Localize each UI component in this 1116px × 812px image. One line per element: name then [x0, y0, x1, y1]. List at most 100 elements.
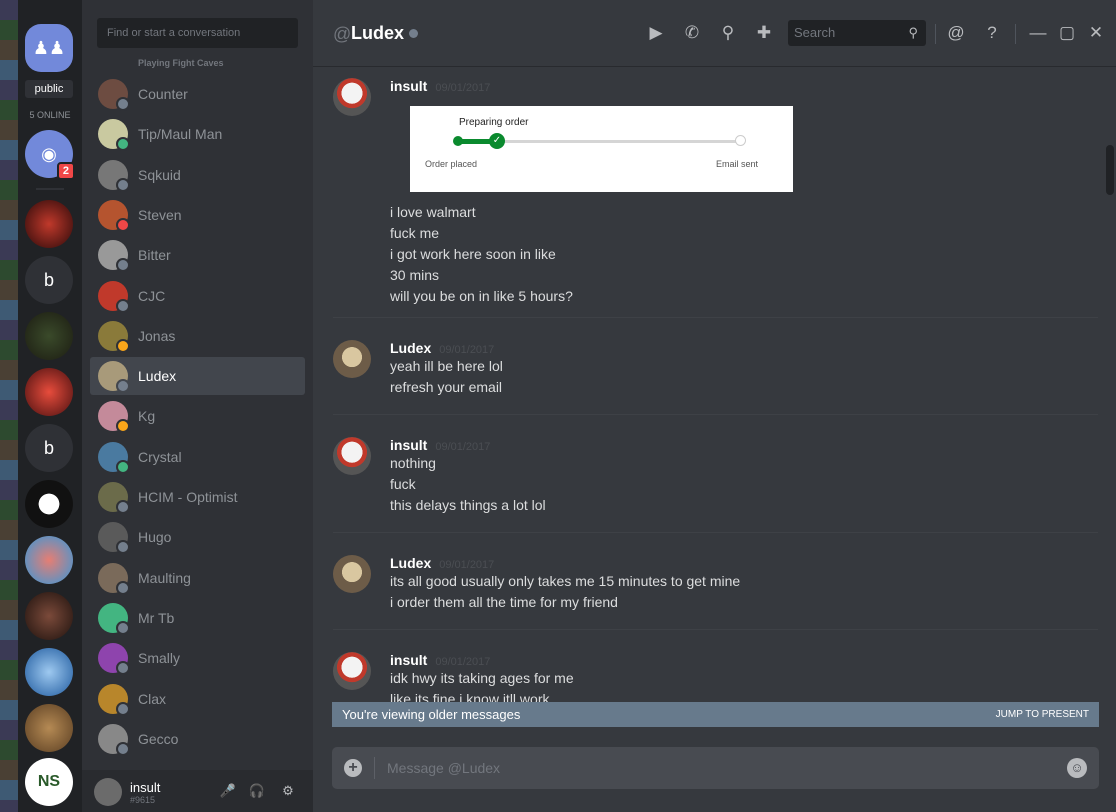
- author-avatar[interactable]: [333, 78, 371, 116]
- add-friend-icon[interactable]: ✚: [753, 22, 775, 44]
- scrollbar-thumb[interactable]: [1106, 145, 1114, 195]
- dm-item-counter[interactable]: Counter: [90, 75, 305, 113]
- message-divider: [333, 414, 1098, 415]
- dm-item-label: Steven: [138, 206, 182, 223]
- status-indicator: [116, 177, 130, 192]
- user-avatar[interactable]: [94, 778, 122, 806]
- dm-avatar: [98, 683, 130, 716]
- author-avatar[interactable]: [333, 555, 371, 593]
- dm-item-hcim-optimist[interactable]: HCIM - Optimist: [90, 478, 305, 516]
- timestamp: 09/01/2017: [439, 559, 495, 571]
- emoji-icon[interactable]: ☺: [1067, 758, 1087, 778]
- status-indicator: [116, 137, 130, 152]
- dm-item-label: Counter: [138, 86, 188, 102]
- dm-item-label: Bitter: [138, 247, 171, 264]
- server-icon-2[interactable]: [25, 312, 73, 360]
- minimize-icon[interactable]: —: [1027, 22, 1049, 44]
- discord-server-button[interactable]: ◉ 2: [25, 130, 75, 180]
- author-name[interactable]: insult 09/01/2017: [390, 652, 490, 668]
- dm-item-hugo[interactable]: Hugo: [90, 518, 305, 556]
- message-composer: + Message @Ludex ☺: [332, 747, 1099, 789]
- author-avatar[interactable]: [333, 437, 371, 475]
- mute-mic-icon[interactable]: 🎤: [219, 782, 237, 800]
- dm-avatar: [98, 723, 130, 756]
- voice-call-icon[interactable]: ✆: [681, 22, 703, 44]
- message-group: Ludex 09/01/2017 yeah ill be here lol ref…: [333, 334, 1098, 404]
- server-icon-8[interactable]: [25, 704, 73, 752]
- dm-avatar: [98, 361, 130, 394]
- pin-icon[interactable]: ⚲: [717, 22, 739, 44]
- server-icon-6[interactable]: [25, 592, 73, 640]
- dm-item-sqkuid[interactable]: Sqkuid: [90, 156, 305, 194]
- jump-to-present-button[interactable]: JUMP TO PRESENT: [996, 702, 1089, 727]
- dm-avatar: [98, 602, 130, 635]
- mentions-icon[interactable]: @: [945, 22, 967, 44]
- server-icon-3[interactable]: [25, 368, 73, 416]
- message-divider: [333, 532, 1098, 533]
- help-icon[interactable]: ?: [981, 22, 1003, 44]
- activity-text: Playing Fight Caves: [138, 58, 224, 68]
- server-icon-9[interactable]: NS: [25, 758, 73, 806]
- server-b-1[interactable]: b: [25, 256, 73, 304]
- user-panel: insult #9615 🎤 🎧 ⚙: [82, 770, 313, 812]
- server-icon-4[interactable]: [25, 480, 73, 528]
- image-attachment[interactable]: Preparing order ✓ Order placed Email sen…: [410, 106, 793, 192]
- dm-item-label: Maulting: [138, 569, 191, 586]
- message-line: fuck me: [390, 225, 440, 241]
- message-line: i order them all the time for my friend: [390, 594, 618, 610]
- author-name[interactable]: Ludex 09/01/2017: [390, 340, 494, 356]
- dm-item-label: Smally: [138, 650, 181, 667]
- author-avatar[interactable]: [333, 340, 371, 378]
- public-label: public: [25, 80, 73, 98]
- author-avatar[interactable]: [333, 652, 371, 690]
- author-name[interactable]: Ludex 09/01/2017: [390, 555, 494, 571]
- server-icon-5[interactable]: [25, 536, 73, 584]
- friends-icon: ♟♟: [32, 37, 66, 58]
- find-conversation-input[interactable]: Find or start a conversation: [97, 18, 298, 48]
- embed-title: Preparing order: [459, 117, 529, 128]
- dm-avatar: [98, 240, 130, 273]
- status-indicator: [116, 338, 130, 353]
- dm-item-clax[interactable]: Clax: [90, 680, 305, 718]
- dm-item-maulting[interactable]: Maulting: [90, 559, 305, 597]
- dm-item-crystal[interactable]: Crystal: [90, 438, 305, 476]
- dm-item-gecco[interactable]: Gecco: [90, 720, 305, 758]
- dm-item-cjc[interactable]: CJC: [90, 277, 305, 315]
- maximize-icon[interactable]: ▢: [1056, 22, 1078, 44]
- dm-item-label: Mr Tb: [138, 609, 175, 626]
- message-line: 30 mins: [390, 267, 440, 283]
- dm-item-smally[interactable]: Smally: [90, 639, 305, 677]
- message-input[interactable]: Message @Ludex: [387, 760, 500, 776]
- author-name-text: insult: [390, 78, 428, 94]
- dm-item-label: CJC: [138, 287, 166, 304]
- composer-divider: [374, 757, 375, 779]
- dm-item-jonas[interactable]: Jonas: [90, 317, 305, 355]
- close-icon[interactable]: ✕: [1085, 22, 1107, 44]
- video-call-icon[interactable]: ▶: [645, 22, 667, 44]
- friends-home-button[interactable]: ♟♟: [25, 24, 73, 72]
- message-divider: [333, 317, 1098, 318]
- dm-item-steven[interactable]: Steven: [90, 196, 305, 234]
- older-messages-bar: You're viewing older messages JUMP TO PR…: [332, 702, 1099, 727]
- dm-item-bitter[interactable]: Bitter: [90, 236, 305, 274]
- status-indicator: [116, 258, 130, 273]
- chat-title: Ludex: [351, 23, 405, 43]
- dm-item-mr-tb[interactable]: Mr Tb: [90, 599, 305, 637]
- search-placeholder: Search: [794, 25, 836, 40]
- author-name[interactable]: insult 09/01/2017: [390, 437, 490, 453]
- message-line: refresh your email: [390, 379, 503, 395]
- author-name[interactable]: insult 09/01/2017: [390, 78, 490, 94]
- headphones-icon[interactable]: 🎧: [248, 782, 266, 800]
- upload-plus-icon[interactable]: +: [344, 759, 362, 777]
- gear-icon[interactable]: ⚙: [279, 782, 297, 800]
- dm-item-tip-maul-man[interactable]: Tip/Maul Man: [90, 115, 305, 153]
- search-input[interactable]: Search ⚲: [788, 20, 926, 46]
- dm-avatar: [98, 159, 130, 192]
- server-icon-7[interactable]: [25, 648, 73, 696]
- server-icon-1[interactable]: [25, 200, 73, 248]
- chat-header: @ Ludex ▶ ✆ ⚲ ✚ Search ⚲ @ ? — ▢ ✕: [313, 0, 1116, 66]
- dm-item-ludex[interactable]: Ludex: [90, 357, 305, 396]
- status-indicator: [116, 620, 130, 635]
- server-b-2[interactable]: b: [25, 424, 73, 472]
- dm-item-kg[interactable]: Kg: [90, 397, 305, 435]
